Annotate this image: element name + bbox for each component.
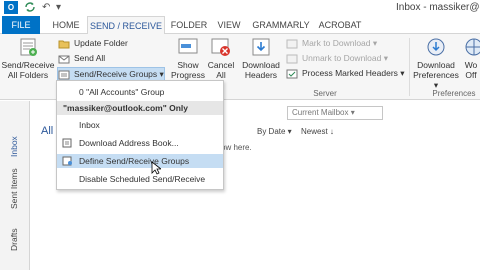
process-marked-headers-button[interactable]: Process Marked Headers ▾	[286, 67, 405, 81]
menu-item-disable-scheduled-send-receive[interactable]: Disable Scheduled Send/Receive	[57, 172, 223, 186]
folder-inbox[interactable]: Inbox	[9, 136, 19, 157]
work-offline-label: Wo Off	[464, 60, 478, 80]
send-all-icon	[58, 55, 70, 64]
send-receive-all-icon	[20, 38, 37, 56]
address-book-icon	[62, 138, 72, 148]
sort-by-dropdown[interactable]: By Date ▾	[257, 127, 292, 136]
empty-list-message: ow here.	[221, 143, 252, 152]
folder-drafts[interactable]: Drafts	[9, 228, 19, 251]
mark-to-download-label: Mark to Download ▾	[302, 38, 378, 48]
cancel-all-label: Cancel All	[207, 60, 235, 80]
mouse-cursor-icon	[151, 161, 161, 175]
tab-view[interactable]: VIEW	[212, 16, 246, 34]
download-preferences-icon	[427, 38, 445, 56]
update-folder-button[interactable]: Update Folder	[58, 37, 128, 51]
tab-folder[interactable]: FOLDER	[168, 16, 210, 34]
unmark-to-download-button[interactable]: Unmark to Download ▾	[286, 52, 388, 66]
menu-item-label: 0 "All Accounts" Group	[79, 87, 165, 97]
mark-to-download-button[interactable]: Mark to Download ▾	[286, 37, 377, 51]
filter-all[interactable]: All	[41, 125, 53, 137]
send-receive-qat-icon[interactable]	[24, 1, 36, 14]
menu-item-label: Define Send/Receive Groups	[79, 156, 190, 166]
menu-header-account: "massiker@outlook.com" Only	[57, 101, 223, 115]
customize-qat-icon[interactable]: ▾	[56, 1, 61, 14]
menu-item-define-send-receive-groups[interactable]: Define Send/Receive Groups	[57, 154, 223, 168]
update-folder-label: Update Folder	[74, 38, 128, 48]
show-progress-label: Show Progress	[170, 60, 205, 80]
outlook-app-icon[interactable]: O	[4, 1, 18, 14]
folder-sent-items[interactable]: Sent Items	[9, 168, 19, 209]
show-progress-icon	[178, 38, 198, 54]
show-progress-button[interactable]: Show Progress	[170, 36, 206, 80]
update-folder-icon	[58, 40, 70, 49]
undo-icon[interactable]: ↶	[42, 1, 50, 14]
tab-file[interactable]: FILE	[2, 16, 40, 34]
unmark-to-download-icon	[286, 54, 298, 64]
send-receive-groups-menu: 0 "All Accounts" Group "massiker@outlook…	[56, 80, 224, 190]
sort-order-toggle[interactable]: Newest ↓	[301, 127, 334, 136]
menu-item-inbox[interactable]: Inbox	[57, 118, 223, 132]
send-receive-groups-button[interactable]: Send/Receive Groups ▾	[57, 67, 165, 81]
download-headers-icon	[252, 38, 270, 56]
menu-item-label: Disable Scheduled Send/Receive	[79, 174, 206, 184]
cancel-all-button[interactable]: Cancel All	[206, 36, 236, 80]
tab-acrobat[interactable]: ACROBAT	[314, 16, 366, 34]
ribbon-tabs: FILE HOME SEND / RECEIVE FOLDER VIEW GRA…	[0, 16, 480, 35]
process-marked-headers-icon	[286, 69, 298, 79]
download-preferences-button[interactable]: Download Preferences ▾	[412, 36, 460, 90]
download-preferences-label: Download Preferences ▾	[413, 60, 459, 90]
window-title: Inbox - massiker@ou	[396, 2, 480, 13]
tab-grammarly[interactable]: GRAMMARLY	[250, 16, 312, 34]
cancel-all-icon	[211, 38, 230, 56]
search-scope-dropdown[interactable]: Current Mailbox ▾	[287, 106, 383, 120]
send-receive-all-label: Send/Receive All Folders	[1, 60, 55, 80]
download-headers-label: Download Headers	[242, 60, 280, 80]
menu-item-label: Inbox	[79, 120, 100, 130]
unmark-to-download-label: Unmark to Download ▾	[302, 53, 388, 63]
title-bar: O ↶ ▾ Inbox - massiker@ou	[0, 0, 480, 16]
preferences-group-label: Preferences	[432, 89, 476, 98]
send-receive-groups-label: Send/Receive Groups ▾	[74, 69, 164, 79]
download-headers-button[interactable]: Download Headers	[240, 36, 282, 80]
group-separator	[409, 38, 410, 96]
tab-send-receive[interactable]: SEND / RECEIVE	[87, 16, 165, 35]
process-marked-headers-label: Process Marked Headers ▾	[302, 68, 405, 78]
server-group-label: Server	[313, 89, 337, 98]
menu-item-label: Download Address Book...	[79, 138, 179, 148]
mark-to-download-icon	[286, 39, 298, 49]
tab-home[interactable]: HOME	[46, 16, 86, 34]
define-groups-icon	[62, 156, 72, 166]
folder-pane: Inbox Sent Items Drafts	[0, 101, 30, 270]
send-all-label: Send All	[74, 53, 106, 63]
menu-item-all-accounts-group[interactable]: 0 "All Accounts" Group	[57, 85, 223, 99]
work-offline-button[interactable]: Wo Off	[462, 36, 480, 80]
send-receive-all-button[interactable]: Send/Receive All Folders	[1, 36, 55, 80]
menu-item-download-address-book[interactable]: Download Address Book...	[57, 136, 223, 150]
globe-icon	[465, 38, 480, 56]
send-all-button[interactable]: Send All	[58, 52, 105, 66]
